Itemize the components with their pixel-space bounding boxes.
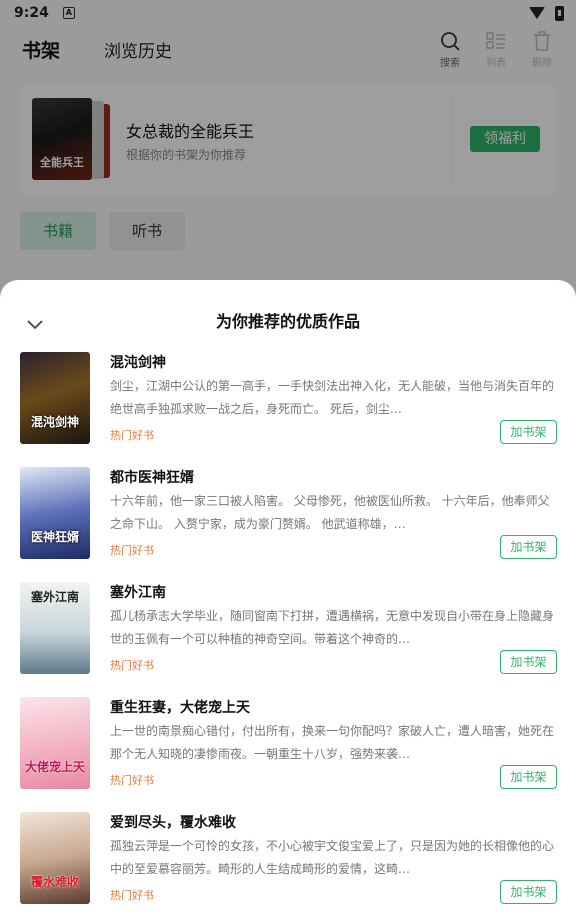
book-cover-text: 塞外江南: [30, 590, 79, 604]
recommendation-sheet: 为你推荐的优质作品 混沌剑神 混沌剑神 剑尘，江湖中公认的第一高手，一手快剑法出…: [0, 280, 576, 920]
book-description: 上一世的南景痴心错付，付出所有，换来一句你配吗？家破人亡，遭人暗害，她死在那个无…: [110, 724, 555, 761]
book-description: 剑尘，江湖中公认的第一高手，一手快剑法出神入化，无人能破，当他与消失百年的绝世高…: [110, 379, 555, 416]
book-description: 十六年前，他一家三口被人陷害。 父母惨死，他被医仙所救。 十六年后，他奉师父之命…: [110, 494, 550, 531]
book-title: 混沌剑神: [110, 355, 166, 371]
book-cover-text: 医神狂婿: [30, 530, 79, 544]
book-item[interactable]: 覆水难收 爱到尽头，覆水难收 孤独云萍是一个可怜的女孩，不小心被宇文俊宝爱上了，…: [0, 812, 576, 920]
book-item[interactable]: 大佬宠上天 重生狂妻，大佬宠上天 上一世的南景痴心错付，付出所有，换来一句你配吗…: [0, 697, 576, 812]
add-to-shelf-button[interactable]: 加书架: [500, 650, 557, 674]
book-item[interactable]: 混沌剑神 混沌剑神 剑尘，江湖中公认的第一高手，一手快剑法出神入化，无人能破，当…: [0, 352, 576, 467]
book-title: 重生狂妻，大佬宠上天: [110, 700, 250, 716]
add-to-shelf-button[interactable]: 加书架: [500, 535, 557, 559]
book-tag: 热门好书: [110, 659, 154, 672]
book-cover: 塞外江南: [20, 582, 90, 674]
book-title: 塞外江南: [110, 585, 166, 601]
add-to-shelf-button[interactable]: 加书架: [500, 765, 557, 789]
book-cover: 医神狂婿: [20, 467, 90, 559]
book-title: 爱到尽头，覆水难收: [110, 815, 236, 831]
book-tag: 热门好书: [110, 429, 154, 442]
book-cover: 大佬宠上天: [20, 697, 90, 789]
book-item[interactable]: 医神狂婿 都市医神狂婿 十六年前，他一家三口被人陷害。 父母惨死，他被医仙所救。…: [0, 467, 576, 582]
book-tag: 热门好书: [110, 889, 154, 902]
book-title: 都市医神狂婿: [110, 470, 194, 486]
book-description: 孤独云萍是一个可怜的女孩，不小心被宇文俊宝爱上了，只是因为她的长相像他的心中的至…: [110, 839, 555, 876]
book-tag: 热门好书: [110, 544, 154, 557]
add-to-shelf-button[interactable]: 加书架: [500, 880, 557, 904]
book-cover-text: 覆水难收: [30, 875, 79, 889]
add-to-shelf-button[interactable]: 加书架: [500, 420, 557, 444]
book-tag: 热门好书: [110, 774, 154, 787]
book-cover: 混沌剑神: [20, 352, 90, 444]
book-item[interactable]: 塞外江南 塞外江南 孤儿杨承志大学毕业，随同窗南下打拼，遭遇横祸，无意中发现自小…: [0, 582, 576, 697]
sheet-title: 为你推荐的优质作品: [215, 312, 360, 331]
book-cover-text: 大佬宠上天: [24, 760, 85, 774]
book-cover: 覆水难收: [20, 812, 90, 904]
book-cover-text: 混沌剑神: [30, 415, 79, 429]
book-description: 孤儿杨承志大学毕业，随同窗南下打拼，遭遇横祸，无意中发现自小带在身上隐藏身世的玉…: [110, 609, 555, 646]
